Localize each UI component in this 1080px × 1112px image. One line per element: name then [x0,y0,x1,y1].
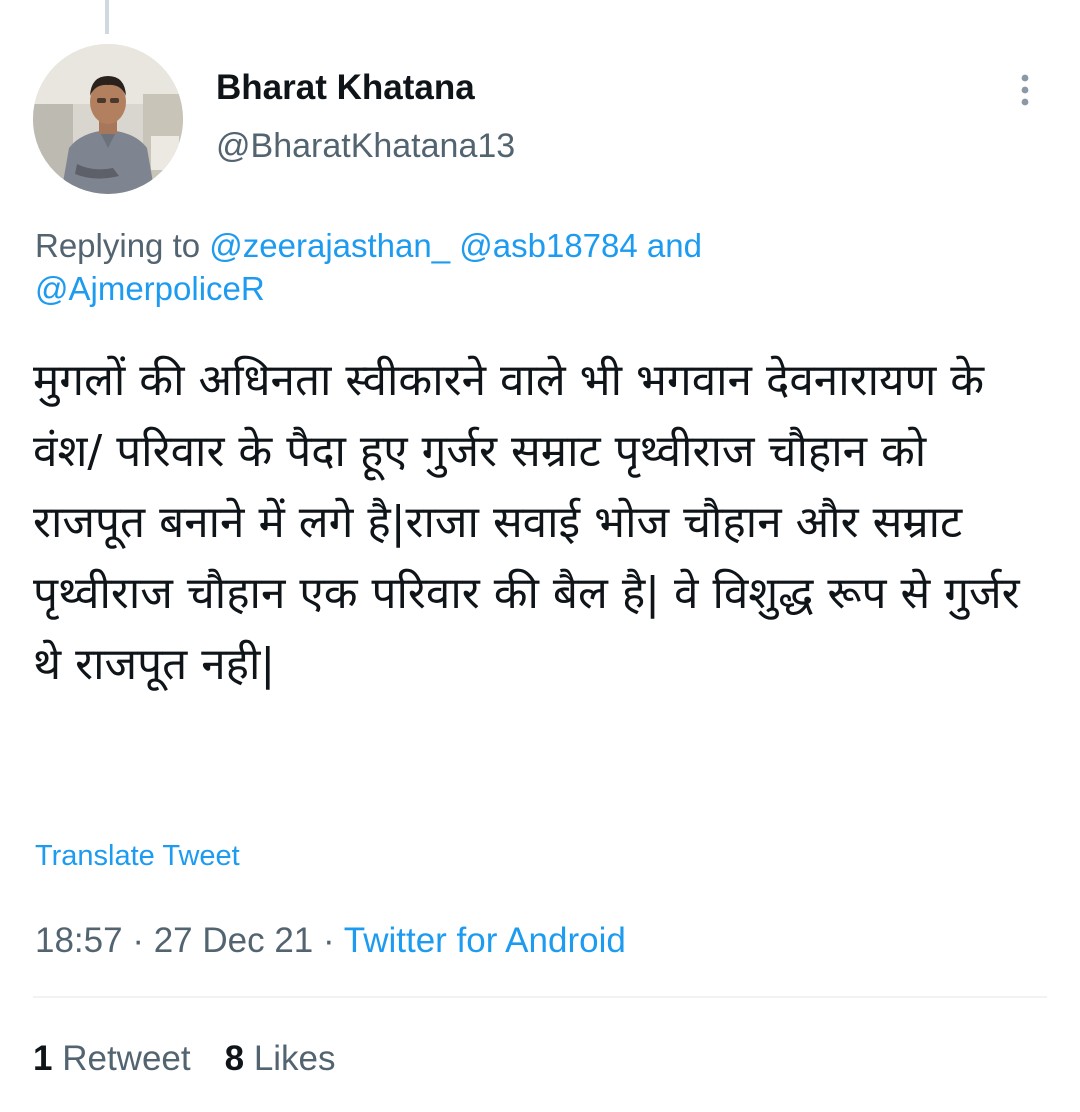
retweet-count: 1 [33,1039,53,1078]
author-handle[interactable]: @BharatKhatana13 [216,124,515,168]
mention-asb18784[interactable]: @asb18784 [459,227,637,264]
meta-separator: · [122,921,154,960]
engagement-stats: 1 Retweet 8 Likes [33,1036,336,1082]
retweet-label: Retweet [62,1039,191,1078]
author-display-name[interactable]: Bharat Khatana [216,66,475,110]
translate-tweet-link[interactable]: Translate Tweet [35,836,240,876]
avatar[interactable] [33,44,183,194]
tweet-time[interactable]: 18:57 [35,921,123,960]
replying-to: Replying to @zeerajasthan_ @asb18784 and… [35,224,1045,310]
mention-zeerajasthan[interactable]: @zeerajasthan_ [209,227,450,264]
divider [33,996,1047,998]
meta-separator: · [313,921,344,960]
tweet-text: मुगलों की अधिनता स्वीकारने वाले भी भगवान… [33,355,1034,690]
profile-photo [33,44,183,194]
thread-connector-line [105,0,109,34]
replying-to-joiner: and [637,227,702,264]
more-vertical-icon[interactable] [1010,70,1040,110]
like-label: Likes [253,1039,336,1078]
like-count: 8 [224,1039,245,1078]
replying-to-label: Replying to [35,227,210,264]
likes-stat[interactable]: 8 Likes [225,1039,336,1078]
tweet-date[interactable]: 27 Dec 21 [154,921,314,960]
mention-ajmerpolicer[interactable]: @AjmerpoliceR [35,270,265,307]
tweet-metadata: 18:57 · 27 Dec 21 · Twitter for Android [35,918,626,964]
retweets-stat[interactable]: 1 Retweet [33,1039,191,1078]
tweet-source[interactable]: Twitter for Android [344,921,626,960]
